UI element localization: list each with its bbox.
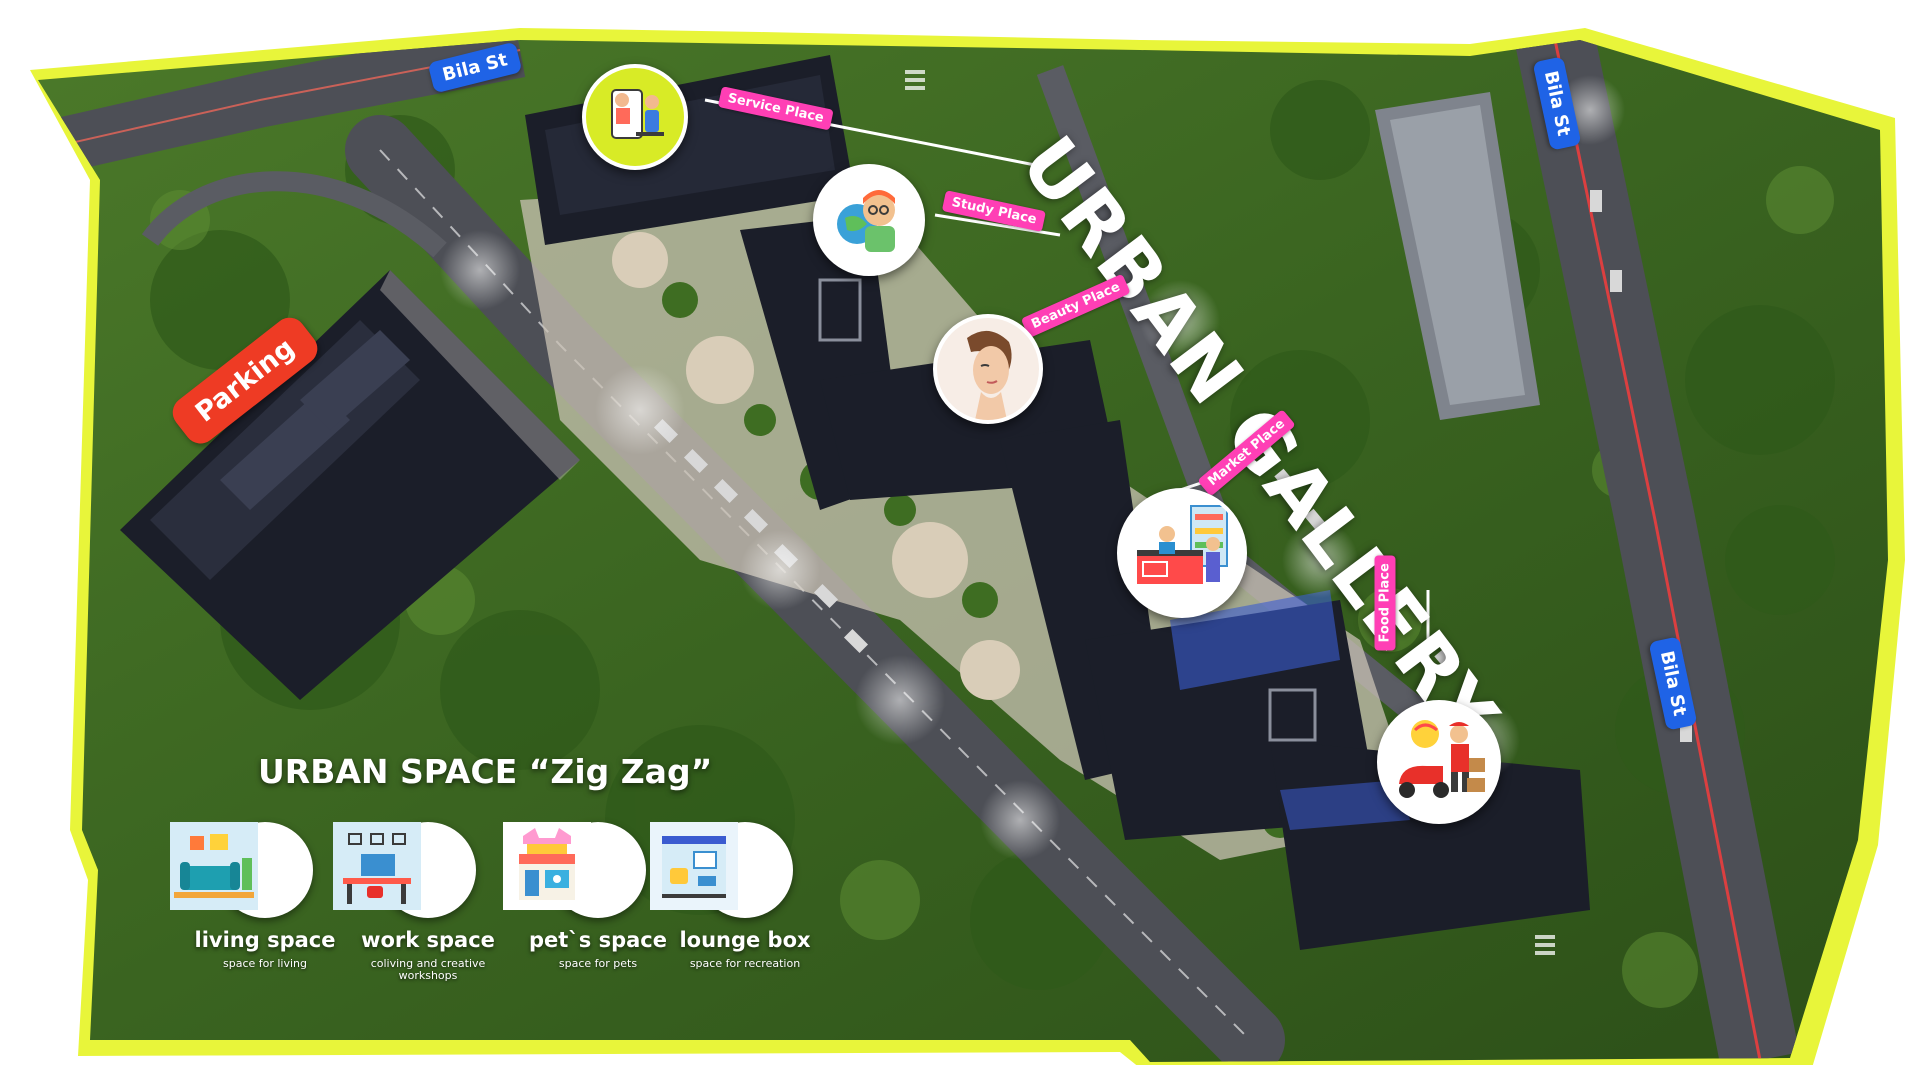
urban-space-title: URBAN SPACE “Zig Zag” (258, 752, 713, 791)
beauty-face-icon[interactable] (933, 314, 1043, 424)
lounge-room-icon (650, 822, 793, 918)
legend-label: living space (194, 928, 336, 952)
legend-description: coliving and creative workshops (370, 957, 486, 982)
living-room-icon (170, 822, 313, 918)
legend-lounge-box[interactable]: lounge box space for recreation (650, 822, 840, 970)
legend-description: space for recreation (689, 957, 801, 970)
workspace-desk-icon (333, 822, 476, 918)
legend-work-space[interactable]: work space coliving and creative worksho… (333, 822, 523, 982)
legend-label: work space (361, 928, 495, 952)
site-map: URBAN GALLERY Bila St Bila St Bila St Pa… (0, 0, 1920, 1065)
food-place-tag[interactable]: Food Place (1374, 555, 1396, 651)
market-checkout-icon[interactable] (1117, 488, 1247, 618)
legend-description: space for living (222, 957, 308, 970)
legend-living-space[interactable]: living space space for living (170, 822, 360, 970)
food-delivery-icon[interactable] (1377, 700, 1501, 824)
student-globe-icon[interactable] (813, 164, 925, 276)
pet-shop-icon (503, 822, 646, 918)
legend-label: lounge box (679, 928, 811, 952)
service-person-icon[interactable] (582, 64, 688, 170)
